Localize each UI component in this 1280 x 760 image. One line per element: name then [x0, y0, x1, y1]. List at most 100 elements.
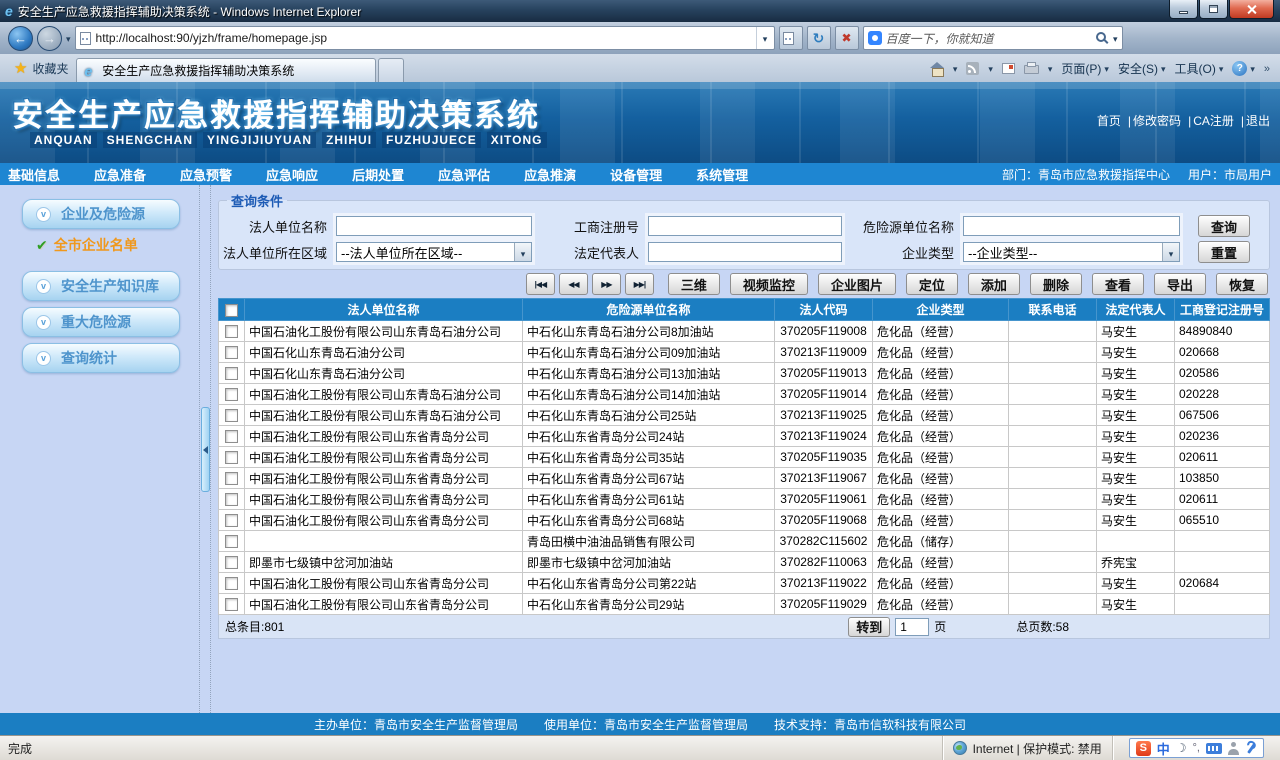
session-link[interactable]: CA注册 [1181, 114, 1234, 128]
table-row[interactable]: 中国石油化工股份有限公司山东省青岛分公司 中石化山东省青岛分公司29站 3702… [218, 593, 1270, 615]
search-button[interactable]: 查询 [1197, 215, 1250, 237]
chevron-down-icon[interactable] [1162, 243, 1179, 261]
sogou-logo-icon[interactable]: S [1135, 740, 1151, 756]
home-icon[interactable] [929, 61, 944, 77]
compatibility-view-button[interactable] [778, 26, 803, 50]
nav-menu-item[interactable]: 应急预警 [180, 165, 232, 184]
toolbar-button[interactable]: 定位 [905, 273, 958, 295]
url-dropdown[interactable] [755, 27, 774, 49]
row-checkbox[interactable] [225, 535, 238, 549]
nav-menu-item[interactable]: 后期处置 [352, 165, 404, 184]
table-row[interactable]: 中国石油化工股份有限公司山东青岛石油分公司 中石化山东青岛石油分公司25站 37… [218, 404, 1270, 426]
help-menu[interactable] [1232, 60, 1255, 76]
mail-icon[interactable] [1001, 62, 1015, 74]
sidebar-group[interactable]: 重大危险源 [22, 307, 180, 337]
command-menu[interactable]: 安全(S) [1118, 60, 1166, 77]
search-dropdown-icon[interactable] [1113, 31, 1118, 45]
nav-menu-item[interactable]: 应急评估 [438, 165, 490, 184]
history-dropdown-icon[interactable] [66, 31, 71, 45]
minimize-button[interactable] [1169, 0, 1198, 19]
command-menu[interactable]: 工具(O) [1174, 60, 1223, 77]
toolbar-button[interactable]: 恢复 [1215, 273, 1268, 295]
column-header[interactable]: 危险源单位名称 [522, 298, 775, 321]
page-nav-button[interactable]: ▶▶ [591, 273, 621, 295]
toolbar-button[interactable]: 导出 [1153, 273, 1206, 295]
refresh-button[interactable]: ↻ [806, 26, 831, 50]
row-checkbox[interactable] [225, 493, 238, 507]
nav-menu-item[interactable]: 应急推演 [524, 165, 576, 184]
table-row[interactable]: 中国石油化工股份有限公司山东省青岛分公司 中石化山东省青岛分公司68站 3702… [218, 509, 1270, 531]
column-header[interactable]: 工商登记注册号 [1174, 298, 1270, 321]
close-button[interactable] [1229, 0, 1274, 19]
search-icon[interactable] [1096, 31, 1109, 45]
row-checkbox[interactable] [225, 409, 238, 423]
sidebar-group-enterprise-hazard[interactable]: 企业及危险源 [22, 199, 180, 229]
feed-dropdown-icon[interactable] [988, 61, 993, 75]
select-all-checkbox[interactable] [225, 303, 238, 317]
legal-rep-input[interactable] [648, 242, 842, 262]
forward-button[interactable]: → [37, 25, 62, 51]
table-row[interactable]: 即墨市七级镇中岔河加油站 即墨市七级镇中岔河加油站 370282F110063 … [218, 551, 1270, 573]
browser-tab[interactable]: e 安全生产应急救援指挥辅助决策系统 [76, 58, 377, 82]
sidebar-group[interactable]: 安全生产知识库 [22, 271, 180, 301]
nav-menu-item[interactable]: 应急响应 [266, 165, 318, 184]
row-checkbox[interactable] [225, 556, 238, 570]
favorites-button[interactable]: ★ 收藏夹 [6, 54, 76, 82]
nav-menu-item[interactable]: 基础信息 [8, 165, 60, 184]
region-select[interactable]: --法人单位所在区域-- [336, 242, 532, 262]
table-row[interactable]: 青岛田横中油油品销售有限公司 370282C115602 危化品（储存） [218, 530, 1270, 552]
row-checkbox[interactable] [225, 577, 238, 591]
page-nav-button[interactable]: |◀◀ [525, 273, 555, 295]
home-dropdown-icon[interactable] [953, 61, 958, 75]
hazard-name-input[interactable] [963, 216, 1180, 236]
overflow-chevron-icon[interactable] [1264, 61, 1270, 75]
row-checkbox[interactable] [225, 514, 238, 528]
sidebar-collapse-handle[interactable] [201, 407, 210, 492]
nav-menu-item[interactable]: 应急准备 [94, 165, 146, 184]
punctuation-icon[interactable]: °, [1193, 742, 1200, 754]
nav-menu-item[interactable]: 设备管理 [610, 165, 662, 184]
column-header[interactable]: 企业类型 [872, 298, 1009, 321]
row-checkbox[interactable] [225, 472, 238, 486]
column-header[interactable]: 法人单位名称 [244, 298, 523, 321]
nav-menu-item[interactable]: 系统管理 [696, 165, 748, 184]
page-nav-button[interactable]: ▶▶| [624, 273, 654, 295]
page-nav-button[interactable]: ◀◀ [558, 273, 588, 295]
toolbar-button[interactable]: 视频监控 [729, 273, 808, 295]
toolbar-button[interactable]: 三维 [667, 273, 720, 295]
legal-name-input[interactable] [336, 216, 532, 236]
rss-feed-icon[interactable] [966, 61, 980, 75]
back-button[interactable]: ← [8, 25, 33, 51]
goto-page-button[interactable]: 转到 [848, 616, 891, 637]
keyboard-icon[interactable] [1206, 742, 1222, 754]
session-link[interactable]: 退出 [1234, 114, 1270, 128]
sogou-ime-bar[interactable]: S 中 °, [1128, 738, 1264, 758]
column-header[interactable]: 法人代码 [774, 298, 873, 321]
enterprise-type-select[interactable]: --企业类型-- [963, 242, 1180, 262]
sidebar-item-city-enterprise-list[interactable]: 全市企业名单 [36, 235, 200, 255]
table-row[interactable]: 中国石油化工股份有限公司山东省青岛分公司 中石化山东省青岛分公司61站 3702… [218, 488, 1270, 510]
table-row[interactable]: 中国石油化工股份有限公司山东省青岛分公司 中石化山东省青岛分公司第22站 370… [218, 572, 1270, 594]
toolbar-button[interactable]: 查看 [1091, 273, 1144, 295]
row-checkbox[interactable] [225, 451, 238, 465]
reset-button[interactable]: 重置 [1197, 241, 1250, 263]
command-menu[interactable]: 页面(P) [1061, 60, 1109, 77]
session-link[interactable]: 首页 [1097, 114, 1121, 128]
table-row[interactable]: 中国石油化工股份有限公司山东青岛石油分公司 中石化山东青岛石油分公司8加油站 3… [218, 320, 1270, 342]
toolbar-button[interactable]: 添加 [967, 273, 1020, 295]
fullwidth-moon-icon[interactable] [1176, 741, 1187, 755]
restore-button[interactable] [1199, 0, 1228, 19]
chevron-down-icon[interactable] [514, 243, 531, 261]
table-row[interactable]: 中国石油化工股份有限公司山东省青岛分公司 中石化山东省青岛分公司67站 3702… [218, 467, 1270, 489]
toolbar-button[interactable]: 删除 [1029, 273, 1082, 295]
row-checkbox[interactable] [225, 388, 238, 402]
toolbar-button[interactable]: 企业图片 [817, 273, 896, 295]
account-icon[interactable] [1228, 741, 1239, 755]
column-header[interactable]: 联系电话 [1008, 298, 1097, 321]
row-checkbox[interactable] [225, 367, 238, 381]
print-icon[interactable] [1023, 62, 1039, 74]
chinese-mode-icon[interactable]: 中 [1157, 739, 1170, 758]
column-header[interactable]: 法定代表人 [1096, 298, 1175, 321]
stop-button[interactable]: ✖ [834, 26, 859, 50]
url-field[interactable]: http://localhost:90/yjzh/frame/homepage.… [74, 26, 775, 50]
